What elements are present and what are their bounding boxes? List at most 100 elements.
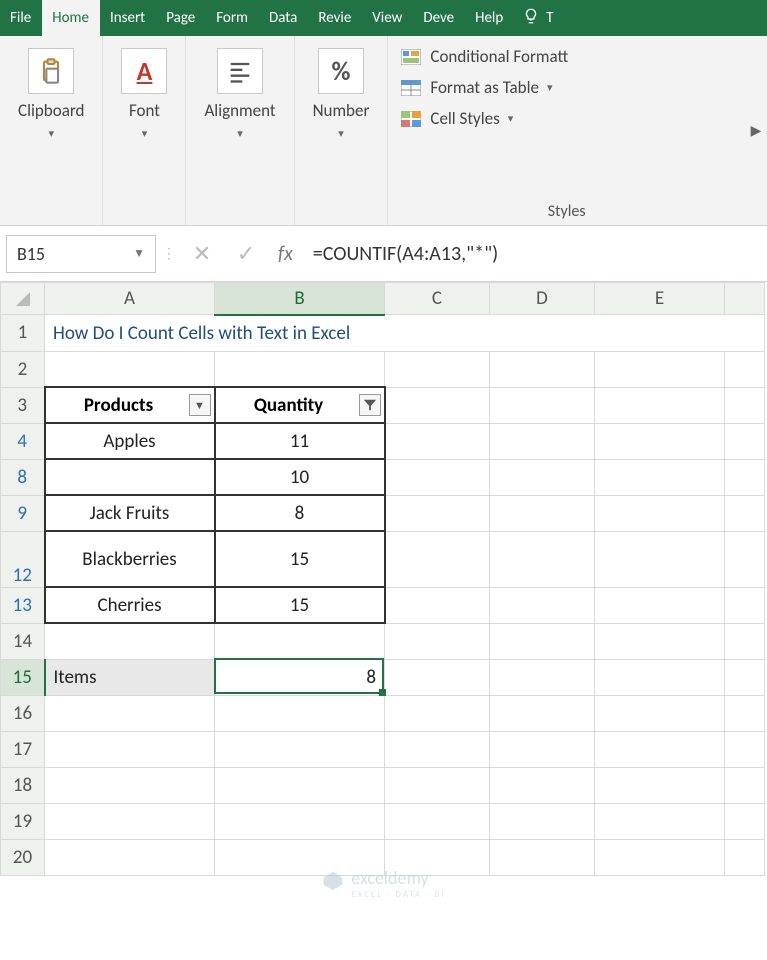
cell-quantity[interactable]: 10 [215,459,385,495]
tab-page-layout[interactable]: Page [156,0,206,36]
cell[interactable] [595,459,725,495]
row-header[interactable]: 13 [1,587,45,623]
row-header[interactable]: 2 [1,351,45,387]
row-header[interactable]: 3 [1,387,45,423]
cell[interactable] [490,531,595,587]
format-as-table-button[interactable]: Format as Table ▾ [400,77,733,98]
cell[interactable] [725,351,765,387]
cell[interactable] [215,803,385,839]
table-header-products[interactable]: Products ▼ [45,387,215,423]
cell[interactable] [725,695,765,731]
cell[interactable] [385,423,490,459]
cell[interactable] [725,459,765,495]
tab-review[interactable]: Revie [308,0,362,36]
alignment-button[interactable]: Alignment ▾ [192,44,287,144]
cell[interactable] [725,387,765,423]
cell[interactable] [725,423,765,459]
cell[interactable] [385,387,490,423]
accept-formula-button[interactable]: ✓ [226,235,266,273]
cell-styles-button[interactable]: Cell Styles ▾ [400,108,733,129]
cell[interactable] [385,587,490,623]
cell[interactable] [385,767,490,803]
cell[interactable] [725,623,765,659]
column-header-B[interactable]: B [215,283,385,315]
cell[interactable] [595,839,725,875]
tab-developer[interactable]: Deve [413,0,465,36]
cell[interactable] [490,495,595,531]
tab-home[interactable]: Home [42,0,100,36]
cell[interactable] [595,423,725,459]
cell[interactable] [725,731,765,767]
cell[interactable] [215,351,385,387]
font-button[interactable]: A Font ▾ [109,44,179,144]
filter-active-button[interactable] [359,394,381,416]
row-header[interactable]: 1 [1,315,45,352]
row-header[interactable]: 17 [1,731,45,767]
cell[interactable] [725,587,765,623]
cell[interactable] [385,731,490,767]
tab-file[interactable]: File [0,0,42,36]
cell[interactable] [595,531,725,587]
cell[interactable] [725,659,765,695]
row-header[interactable]: 18 [1,767,45,803]
cell[interactable] [725,803,765,839]
cell[interactable] [490,731,595,767]
cell[interactable] [45,695,215,731]
column-header-A[interactable]: A [45,283,215,315]
row-header[interactable]: 20 [1,839,45,875]
cell[interactable] [385,695,490,731]
cell[interactable] [385,351,490,387]
cell[interactable] [595,695,725,731]
cell[interactable] [725,839,765,875]
row-header[interactable]: 8 [1,459,45,495]
cell[interactable] [490,659,595,695]
cell-quantity[interactable]: 8 [215,495,385,531]
cell[interactable] [595,803,725,839]
cell[interactable] [385,531,490,587]
name-box[interactable]: B15 ▼ [6,235,156,273]
cell[interactable] [490,695,595,731]
cell[interactable] [595,495,725,531]
cell[interactable] [725,495,765,531]
cell[interactable] [595,767,725,803]
tab-help[interactable]: Help [465,0,514,36]
tab-insert[interactable]: Insert [100,0,156,36]
cell[interactable] [490,767,595,803]
cell[interactable] [215,767,385,803]
cell-items-value[interactable]: 8 [215,659,385,695]
cell[interactable] [385,659,490,695]
cell[interactable] [215,731,385,767]
cancel-formula-button[interactable]: ✕ [182,235,222,273]
cell[interactable] [595,659,725,695]
row-header[interactable]: 9 [1,495,45,531]
cell[interactable] [595,623,725,659]
number-button[interactable]: % Number ▾ [301,44,382,144]
cell[interactable] [215,623,385,659]
column-header-C[interactable]: C [385,283,490,315]
cell-quantity[interactable]: 15 [215,531,385,587]
cell[interactable] [490,623,595,659]
cell[interactable] [45,731,215,767]
ribbon-scroll-right[interactable]: ▶ [745,36,767,225]
cell[interactable] [45,767,215,803]
select-all-corner[interactable] [1,283,45,315]
row-header[interactable]: 19 [1,803,45,839]
cell-quantity[interactable]: 15 [215,587,385,623]
clipboard-button[interactable]: Clipboard ▾ [6,44,96,144]
cell-product[interactable] [45,459,215,495]
cell[interactable] [385,623,490,659]
cell-product[interactable]: Apples [45,423,215,459]
tab-view[interactable]: View [362,0,413,36]
row-header[interactable]: 15 [1,659,45,695]
insert-function-button[interactable]: fx [270,242,301,266]
cell[interactable] [725,767,765,803]
cell[interactable] [725,531,765,587]
cell[interactable] [45,803,215,839]
cell[interactable] [385,495,490,531]
worksheet-title[interactable]: How Do I Count Cells with Text in Excel [45,315,765,352]
tell-me-search[interactable]: T [514,0,561,36]
row-header[interactable]: 14 [1,623,45,659]
cell[interactable] [385,803,490,839]
cell[interactable] [490,803,595,839]
cell[interactable] [45,623,215,659]
